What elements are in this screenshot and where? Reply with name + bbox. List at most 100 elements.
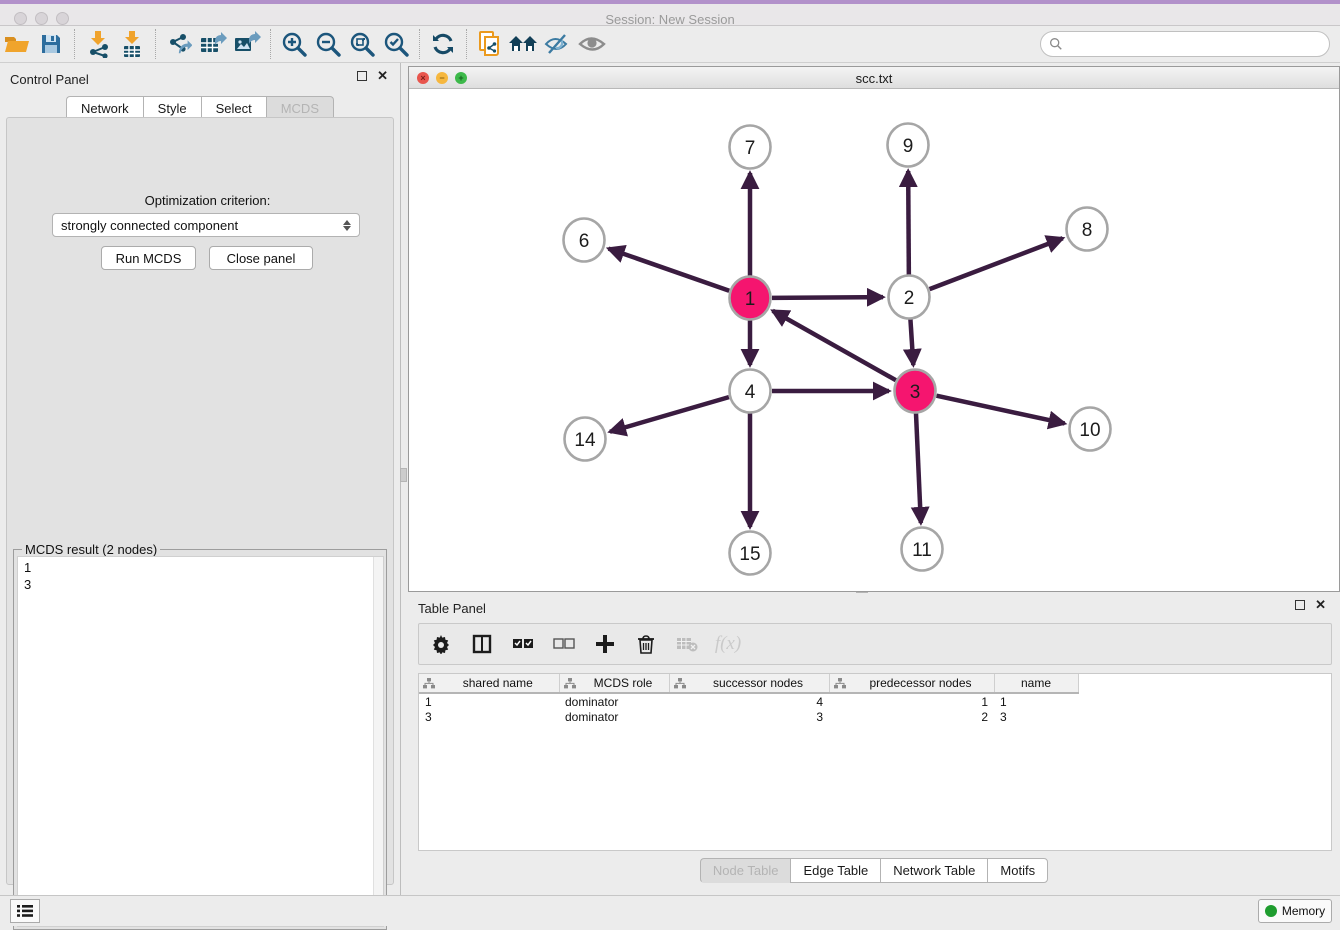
- cell-mcds_role[interactable]: dominator: [559, 693, 669, 709]
- close-panel-button[interactable]: Close panel: [209, 246, 313, 270]
- mcds-result-item[interactable]: 1: [24, 559, 377, 576]
- cell-shared_name[interactable]: 3: [419, 709, 559, 725]
- toolbar-separator: [466, 29, 467, 59]
- refresh-icon[interactable]: [426, 29, 460, 59]
- save-session-icon[interactable]: [34, 29, 68, 59]
- node-label: 8: [1082, 220, 1093, 241]
- clone-network-icon[interactable]: [473, 29, 507, 59]
- cell-name[interactable]: 3: [994, 709, 1078, 725]
- toolbar-separator: [270, 29, 271, 59]
- delete-table-icon: [675, 632, 699, 656]
- cell-successor_nodes[interactable]: 3: [669, 709, 829, 725]
- tab-edge-table[interactable]: Edge Table: [790, 858, 880, 883]
- network-canvas[interactable]: 7 9 6 8 1 2 4 3 14 10 15 11: [409, 89, 1339, 592]
- toolbar-separator: [419, 29, 420, 59]
- edge-3-10[interactable]: [936, 396, 1064, 424]
- scrollbar[interactable]: [373, 557, 383, 926]
- zoom-in-icon[interactable]: [277, 29, 311, 59]
- column-header-MCDS-role[interactable]: MCDS role: [559, 674, 669, 693]
- node-10[interactable]: 10: [1070, 408, 1111, 451]
- node-4[interactable]: 4: [730, 370, 771, 413]
- table-panel: Table Panel ✕ f(x) shared nameMCDS roles…: [408, 595, 1340, 888]
- edge-2-3[interactable]: [910, 319, 913, 365]
- memory-button[interactable]: Memory: [1258, 899, 1332, 923]
- hide-selected-icon[interactable]: [541, 29, 575, 59]
- first-neighbors-icon[interactable]: [507, 29, 541, 59]
- edge-1-2[interactable]: [772, 297, 883, 298]
- column-header-successor-nodes[interactable]: successor nodes: [669, 674, 829, 693]
- node-3[interactable]: 3: [895, 370, 936, 413]
- float-table-panel-icon[interactable]: [1295, 600, 1305, 610]
- network-view-title: scc.txt: [409, 71, 1339, 86]
- show-all-icon[interactable]: [575, 29, 609, 59]
- cell-predecessor_nodes[interactable]: 1: [829, 693, 994, 709]
- select-all-icon[interactable]: [511, 632, 535, 656]
- float-panel-icon[interactable]: [357, 71, 367, 81]
- list-icon: [17, 904, 33, 918]
- show-panels-list-button[interactable]: [10, 899, 40, 923]
- zoom-out-icon[interactable]: [311, 29, 345, 59]
- mcds-result-title: MCDS result (2 nodes): [22, 542, 160, 557]
- search-box[interactable]: [1040, 31, 1330, 57]
- node-6[interactable]: 6: [564, 219, 605, 262]
- edge-2-9[interactable]: [908, 171, 909, 275]
- table-row[interactable]: 1dominator411: [419, 693, 1078, 709]
- cell-mcds_role[interactable]: dominator: [559, 709, 669, 725]
- close-table-panel-icon[interactable]: ✕: [1315, 600, 1326, 610]
- node-label: 4: [745, 382, 756, 403]
- node-7[interactable]: 7: [730, 126, 771, 169]
- export-image-icon[interactable]: [230, 29, 264, 59]
- edge-2-8[interactable]: [930, 238, 1063, 289]
- export-table-icon[interactable]: [196, 29, 230, 59]
- cell-name[interactable]: 1: [994, 693, 1078, 709]
- import-table-icon[interactable]: [115, 29, 149, 59]
- tab-motifs[interactable]: Motifs: [987, 858, 1048, 883]
- import-network-icon[interactable]: [81, 29, 115, 59]
- table-settings-icon[interactable]: [429, 632, 453, 656]
- node-2[interactable]: 2: [889, 276, 930, 319]
- node-table[interactable]: shared nameMCDS rolesuccessor nodesprede…: [418, 673, 1332, 851]
- tab-node-table[interactable]: Node Table: [700, 858, 791, 883]
- table-row[interactable]: 3dominator323: [419, 709, 1078, 725]
- node-14[interactable]: 14: [565, 418, 606, 461]
- node-label: 6: [579, 231, 590, 252]
- cell-shared_name[interactable]: 1: [419, 693, 559, 709]
- zoom-fit-icon[interactable]: [345, 29, 379, 59]
- node-9[interactable]: 9: [888, 124, 929, 167]
- mcds-result-list[interactable]: 13: [17, 556, 384, 927]
- optimization-criterion-dropdown[interactable]: strongly connected component: [52, 213, 360, 237]
- edge-4-14[interactable]: [610, 397, 729, 432]
- add-column-icon[interactable]: [593, 632, 617, 656]
- cell-predecessor_nodes[interactable]: 2: [829, 709, 994, 725]
- edge-1-6[interactable]: [609, 249, 730, 291]
- node-15[interactable]: 15: [730, 532, 771, 575]
- export-network-icon[interactable]: [162, 29, 196, 59]
- mcds-result-item[interactable]: 3: [24, 576, 377, 593]
- column-header-name[interactable]: name: [994, 674, 1078, 693]
- vertical-splitter-grip[interactable]: [400, 468, 407, 482]
- node-label: 11: [912, 540, 932, 561]
- column-header-predecessor-nodes[interactable]: predecessor nodes: [829, 674, 994, 693]
- memory-label: Memory: [1282, 904, 1325, 918]
- search-input[interactable]: [1063, 37, 1329, 51]
- delete-column-icon[interactable]: [634, 632, 658, 656]
- network-window-titlebar[interactable]: × − + scc.txt: [409, 67, 1339, 89]
- cell-successor_nodes[interactable]: 4: [669, 693, 829, 709]
- column-visibility-icon[interactable]: [470, 632, 494, 656]
- node-11[interactable]: 11: [902, 528, 943, 571]
- dropdown-value: strongly connected component: [61, 218, 238, 233]
- tab-network-table[interactable]: Network Table: [880, 858, 987, 883]
- close-panel-icon[interactable]: ✕: [377, 71, 388, 81]
- column-header-shared-name[interactable]: shared name: [419, 674, 559, 693]
- control-panel: Control Panel ✕ NetworkStyleSelectMCDS O…: [0, 63, 401, 895]
- deselect-all-icon[interactable]: [552, 632, 576, 656]
- edge-3-1[interactable]: [773, 311, 896, 380]
- open-file-icon[interactable]: [0, 29, 34, 59]
- run-mcds-button[interactable]: Run MCDS: [101, 246, 196, 270]
- zoom-selected-icon[interactable]: [379, 29, 413, 59]
- edge-3-11[interactable]: [916, 413, 921, 523]
- node-8[interactable]: 8: [1067, 208, 1108, 251]
- node-label: 9: [903, 136, 914, 157]
- node-label: 15: [739, 544, 760, 565]
- node-1[interactable]: 1: [730, 277, 771, 320]
